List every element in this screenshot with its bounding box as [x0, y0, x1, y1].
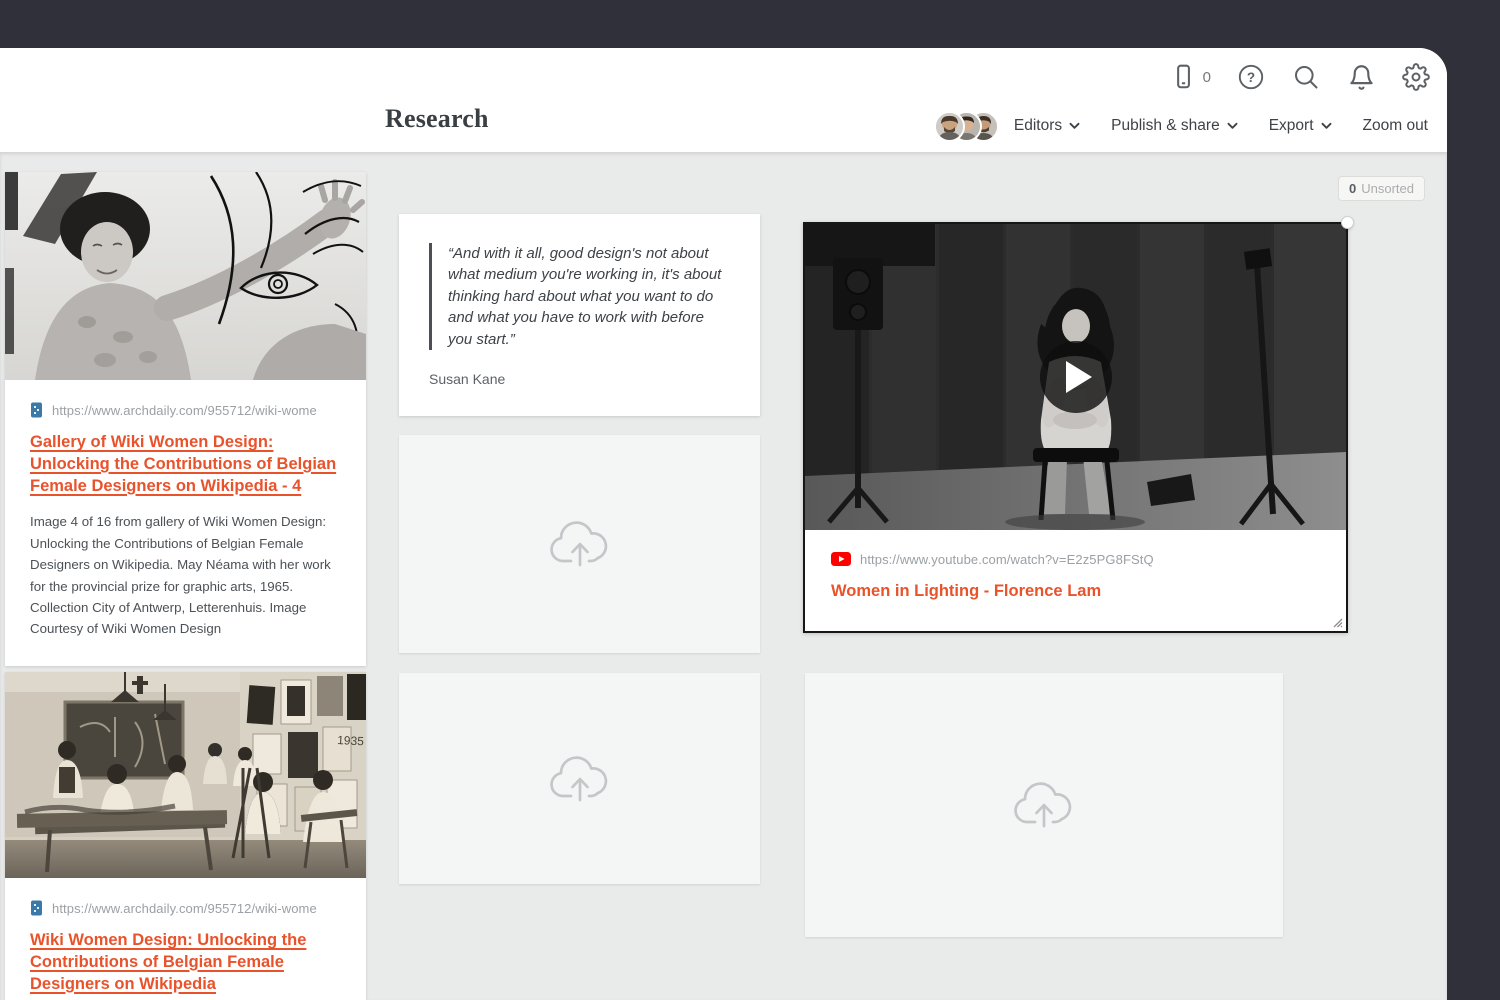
phone-icon: [1168, 62, 1198, 92]
header-icon-row: 0 ?: [1168, 62, 1431, 92]
publish-share-menu[interactable]: Publish & share: [1111, 117, 1238, 135]
cloud-upload-icon: [547, 752, 613, 806]
play-button[interactable]: [1040, 341, 1112, 413]
device-count: 0: [1203, 69, 1211, 86]
link-card-gallery[interactable]: https://www.archdaily.com/955712/wiki-wo…: [5, 172, 366, 666]
zoom-out-button[interactable]: Zoom out: [1363, 117, 1428, 135]
link-card-body: https://www.archdaily.com/955712/wiki-wo…: [5, 380, 366, 666]
link-url: https://www.archdaily.com/955712/wiki-wo…: [52, 901, 317, 916]
export-menu[interactable]: Export: [1269, 117, 1332, 135]
search-icon[interactable]: [1291, 62, 1321, 92]
url-row: https://www.archdaily.com/955712/wiki-wo…: [30, 401, 341, 419]
editors-menu[interactable]: Editors: [1014, 117, 1080, 135]
board-header: Research 0 ?: [0, 48, 1447, 152]
upload-placeholder-card[interactable]: [805, 673, 1283, 937]
chevron-down-icon: [1321, 122, 1332, 130]
video-thumbnail[interactable]: [805, 224, 1346, 530]
cloud-upload-icon: [547, 517, 613, 571]
editor-avatars[interactable]: [934, 111, 999, 142]
url-row: https://www.archdaily.com/955712/wiki-wo…: [30, 899, 341, 917]
link-card-wiki-women[interactable]: 1935: [5, 672, 366, 1000]
link-photo-portrait[interactable]: [5, 172, 366, 380]
export-label: Export: [1269, 117, 1314, 135]
header-menu-row: Editors Publish & share Export Zoom out: [934, 110, 1428, 142]
video-card[interactable]: https://www.youtube.com/watch?v=E2z5PG8F…: [803, 222, 1348, 633]
quote-attribution: Susan Kane: [429, 371, 730, 387]
app-window: Research 0 ?: [0, 48, 1447, 1000]
unsorted-label: Unsorted: [1361, 181, 1414, 196]
quote-block: “And with it all, good design's not abou…: [429, 243, 730, 350]
quote-card[interactable]: “And with it all, good design's not abou…: [399, 214, 760, 416]
device-preview-button[interactable]: 0: [1168, 62, 1211, 92]
video-url: https://www.youtube.com/watch?v=E2z5PG8F…: [860, 552, 1154, 567]
unsorted-badge[interactable]: 0 Unsorted: [1338, 176, 1425, 201]
url-row: https://www.youtube.com/watch?v=E2z5PG8F…: [831, 550, 1320, 568]
svg-text:1935: 1935: [337, 733, 365, 748]
play-icon: [1066, 361, 1092, 393]
editors-menu-label: Editors: [1014, 117, 1062, 135]
notifications-bell-icon[interactable]: [1346, 62, 1376, 92]
upload-placeholder-card[interactable]: [399, 673, 760, 884]
cloud-upload-icon: [1011, 778, 1077, 832]
link-title[interactable]: Wiki Women Design: Unlocking the Contrib…: [30, 930, 341, 995]
page-title: Research: [385, 104, 489, 134]
chevron-down-icon: [1069, 122, 1080, 130]
quote-text: “And with it all, good design's not abou…: [448, 243, 730, 350]
video-card-body: https://www.youtube.com/watch?v=E2z5PG8F…: [805, 530, 1346, 621]
chevron-down-icon: [1227, 122, 1238, 130]
link-card-body: https://www.archdaily.com/955712/wiki-wo…: [5, 878, 366, 1000]
unsorted-count: 0: [1349, 181, 1356, 196]
link-description: Image 4 of 16 from gallery of Wiki Women…: [30, 511, 341, 639]
zoom-out-label: Zoom out: [1363, 117, 1428, 135]
resize-handle-icon[interactable]: [1331, 616, 1343, 628]
svg-text:?: ?: [1247, 70, 1255, 85]
selection-handle[interactable]: [1341, 216, 1354, 229]
video-title[interactable]: Women in Lighting - Florence Lam: [831, 582, 1320, 601]
help-icon[interactable]: ?: [1236, 62, 1266, 92]
upload-placeholder-card[interactable]: [399, 435, 760, 653]
link-title[interactable]: Gallery of Wiki Women Design: Unlocking …: [30, 432, 341, 497]
avatar: [934, 111, 965, 142]
settings-gear-icon[interactable]: [1401, 62, 1431, 92]
archdaily-favicon-icon: [30, 402, 43, 418]
archdaily-favicon-icon: [30, 900, 43, 916]
link-url: https://www.archdaily.com/955712/wiki-wo…: [52, 403, 317, 418]
link-photo-classroom[interactable]: 1935: [5, 672, 366, 878]
youtube-icon: [831, 552, 851, 566]
publish-share-label: Publish & share: [1111, 117, 1220, 135]
